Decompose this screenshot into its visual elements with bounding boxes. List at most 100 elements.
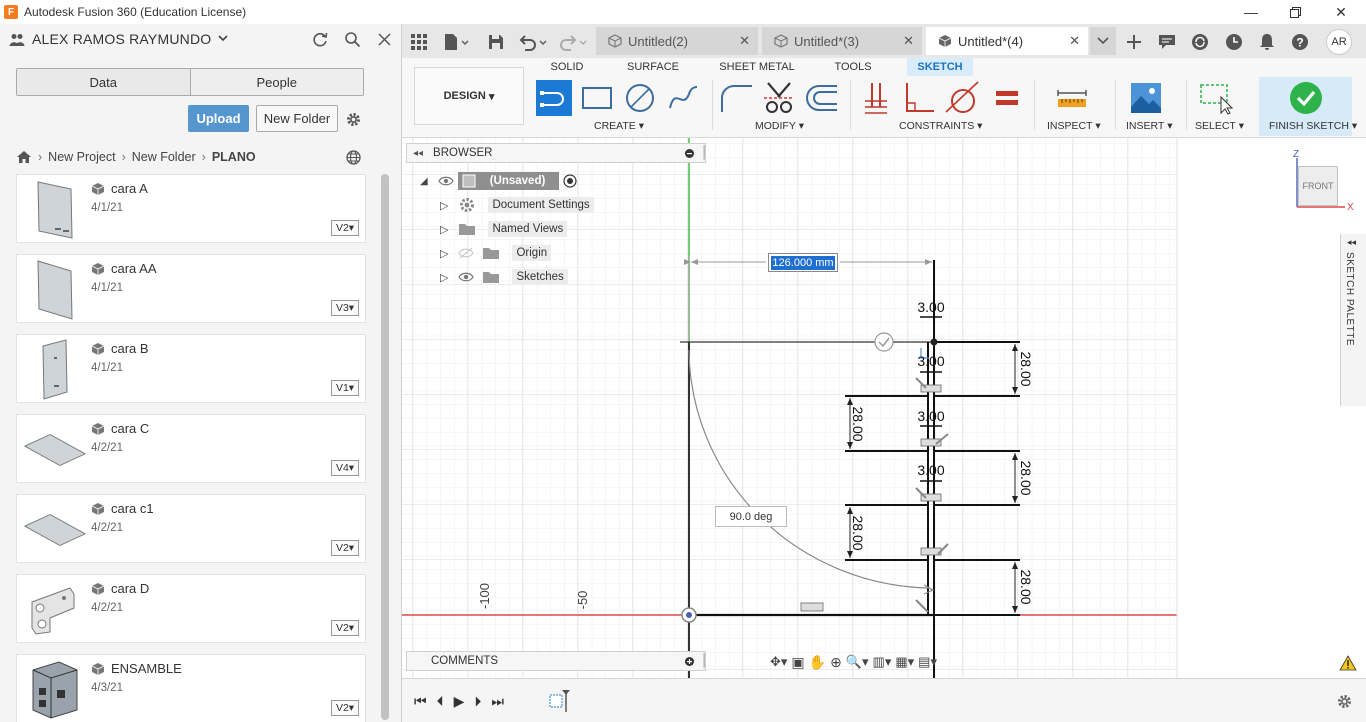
avatar[interactable]: AR [1326, 29, 1352, 55]
tree-item-origin[interactable]: ▷ Origin [440, 242, 552, 264]
tree-item-sketches[interactable]: ▷ Sketches [440, 266, 568, 288]
select-menu[interactable]: SELECT ▾ [1195, 120, 1244, 132]
list-item[interactable]: cara C 4/2/21 V4 ▾ [16, 414, 366, 483]
version-dropdown[interactable]: V2 ▾ [331, 620, 359, 636]
pan-icon[interactable]: ✋ [809, 654, 826, 671]
comments-panel-header[interactable]: COMMENTS │ [406, 651, 709, 671]
user-name[interactable]: ALEX RAMOS RAYMUNDO [32, 31, 211, 47]
close-tab-icon[interactable]: ✕ [903, 33, 914, 49]
close-panel-icon[interactable] [377, 32, 392, 47]
tab-surface[interactable]: SURFACE [620, 58, 686, 76]
refresh-icon[interactable] [312, 31, 329, 48]
tree-item-named-views[interactable]: ▷ Named Views [440, 218, 568, 240]
warning-icon[interactable] [1339, 655, 1357, 671]
search-icon[interactable] [344, 31, 361, 48]
collapse-browser-icon[interactable]: ◂◂ [413, 148, 423, 159]
zoom-icon[interactable]: ⊕ [830, 654, 842, 671]
document-tab[interactable]: Untitled(2) ✕ [596, 27, 758, 55]
tangent-constraint-icon[interactable] [944, 80, 980, 116]
tab-solid[interactable]: SOLID [542, 58, 592, 76]
sync-icon[interactable] [1190, 32, 1210, 52]
tab-tools[interactable]: TOOLS [828, 58, 878, 76]
tab-sheet-metal[interactable]: SHEET METAL [716, 58, 798, 76]
expand-triangle-icon[interactable]: ▷ [440, 271, 448, 284]
angle-label[interactable]: 90.0 deg [715, 506, 787, 527]
close-tab-icon[interactable]: ✕ [1069, 33, 1080, 49]
rectangle-icon[interactable] [579, 80, 615, 116]
timeline-sketch-marker[interactable] [548, 689, 570, 713]
go-to-start-icon[interactable]: ⏮ [414, 693, 427, 710]
component-label[interactable]: (Unsaved) [457, 172, 560, 190]
upload-button[interactable]: Upload [188, 105, 249, 132]
viewcube[interactable]: FRONT [1298, 166, 1338, 206]
team-icon[interactable] [9, 33, 25, 47]
coincident-constraint-icon[interactable] [858, 80, 894, 116]
display-settings-icon[interactable]: ▥▾ [873, 654, 892, 670]
expand-triangle-icon[interactable]: ▷ [440, 223, 448, 236]
panel-grip-icon[interactable]: │ [701, 145, 709, 159]
bell-icon[interactable] [1257, 32, 1277, 52]
timeline-settings-icon[interactable] [1336, 693, 1353, 710]
save-icon[interactable] [486, 32, 506, 52]
grid-menu-icon[interactable] [409, 32, 429, 52]
collapse-triangle-icon[interactable]: ◢ [420, 176, 428, 187]
list-item[interactable]: cara B 4/1/21 V1 ▾ [16, 334, 366, 403]
minus-icon[interactable] [685, 149, 694, 158]
gear-icon[interactable] [345, 111, 362, 128]
scrollbar-thumb[interactable] [381, 174, 389, 720]
step-forward-icon[interactable]: ⏵ [474, 693, 481, 710]
minimize-icon[interactable]: — [1228, 0, 1274, 24]
list-item[interactable]: cara AA 4/1/21 V3 ▾ [16, 254, 366, 323]
new-tab-icon[interactable] [1124, 32, 1144, 52]
list-item[interactable]: cara c1 4/2/21 V2 ▾ [16, 494, 366, 563]
tab-overflow-button[interactable] [1090, 27, 1116, 55]
browser-panel-header[interactable]: ◂◂ BROWSER │ [406, 143, 709, 163]
eye-icon[interactable] [458, 271, 475, 283]
browser-root[interactable]: ◢ (Unsaved) [420, 170, 577, 192]
measure-icon[interactable] [1054, 80, 1090, 116]
step-back-icon[interactable]: ⏴ [437, 693, 444, 710]
inspect-menu[interactable]: INSPECT ▾ [1047, 120, 1101, 132]
redo-icon[interactable] [558, 32, 588, 52]
close-tab-icon[interactable]: ✕ [739, 33, 750, 49]
hidden-eye-icon[interactable] [458, 247, 475, 259]
tab-people[interactable]: People [190, 69, 363, 95]
version-dropdown[interactable]: V3 ▾ [331, 300, 359, 316]
create-menu[interactable]: CREATE ▾ [594, 120, 644, 132]
modify-menu[interactable]: MODIFY ▾ [755, 120, 804, 132]
offset-icon[interactable] [804, 80, 840, 116]
trim-icon[interactable] [761, 80, 797, 116]
tree-item-document-settings[interactable]: ▷ Document Settings [440, 194, 594, 216]
expand-triangle-icon[interactable]: ▷ [440, 247, 448, 260]
document-tab-active[interactable]: Untitled*(4) ✕ [926, 27, 1088, 55]
new-folder-button[interactable]: New Folder [256, 105, 338, 132]
perpendicular-constraint-icon[interactable] [901, 80, 937, 116]
plus-icon[interactable] [685, 657, 694, 666]
eye-icon[interactable] [438, 175, 454, 187]
constraints-menu[interactable]: CONSTRAINTS ▾ [899, 120, 982, 132]
select-icon[interactable] [1198, 80, 1234, 116]
tab-sketch[interactable]: SKETCH [907, 58, 973, 76]
fillet-icon[interactable] [718, 80, 754, 116]
equal-constraint-icon[interactable] [989, 80, 1025, 116]
orbit-icon[interactable]: ✥▾ [770, 654, 787, 670]
close-window-icon[interactable]: ✕ [1318, 0, 1364, 24]
version-dropdown[interactable]: V2 ▾ [331, 540, 359, 556]
sketch-palette[interactable]: ◂◂ SKETCH PALETTE [1340, 234, 1366, 406]
breadcrumb-project[interactable]: New Project [48, 150, 115, 164]
spline-icon[interactable] [665, 80, 701, 116]
list-item[interactable]: cara D 4/2/21 V2 ▾ [16, 574, 366, 643]
insert-image-icon[interactable] [1128, 80, 1164, 116]
zoom-window-icon[interactable]: 🔍▾ [846, 654, 869, 670]
insert-menu[interactable]: INSERT ▾ [1126, 120, 1173, 132]
activate-radio-icon[interactable] [563, 174, 577, 188]
home-icon[interactable] [16, 150, 32, 164]
panel-grip-icon[interactable]: │ [701, 653, 709, 667]
scrollbar[interactable] [381, 174, 389, 720]
list-item[interactable]: cara A 4/1/21 V2 ▾ [16, 174, 366, 243]
finish-sketch-button[interactable]: FINISH SKETCH ▾ [1259, 77, 1357, 136]
version-dropdown[interactable]: V4 ▾ [331, 460, 359, 476]
dimension-input[interactable]: 126.000 mm [768, 253, 838, 272]
chevron-down-icon[interactable] [218, 34, 228, 42]
tab-data[interactable]: Data [17, 69, 191, 95]
